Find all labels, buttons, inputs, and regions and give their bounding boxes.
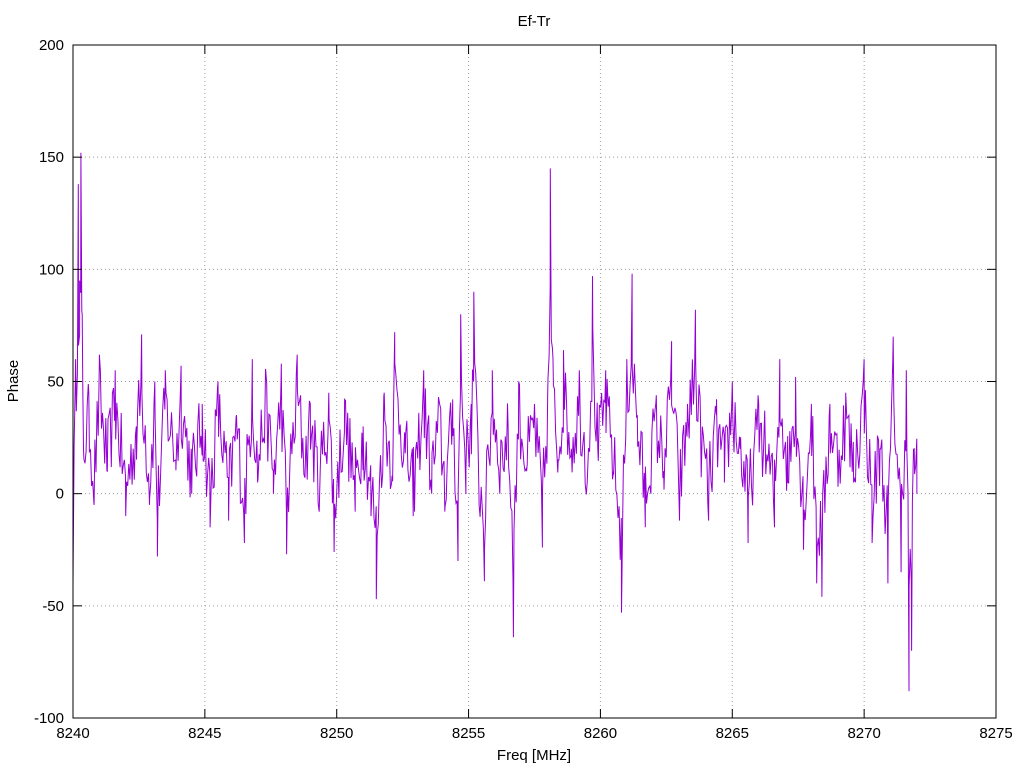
y-tick-label: 0 [56, 486, 64, 503]
x-tick-label: 8270 [847, 725, 880, 742]
x-tick-label: 8255 [452, 725, 485, 742]
y-tick-label: 100 [39, 261, 64, 278]
y-axis-label: Phase [5, 360, 22, 403]
y-tick-label: 150 [39, 149, 64, 166]
x-tick-label: 8250 [320, 725, 353, 742]
series-line [72, 152, 918, 692]
x-tick-label: 8260 [584, 725, 617, 742]
y-tick-label: 200 [39, 37, 64, 54]
series-layer [72, 152, 918, 692]
grid [73, 45, 996, 718]
x-tick-label: 8275 [979, 725, 1012, 742]
x-axis-label: Freq [MHz] [497, 747, 571, 764]
x-tick-label: 8245 [188, 725, 221, 742]
x-tick-label: 8265 [716, 725, 749, 742]
chart-title: Ef-Tr [518, 13, 551, 30]
x-tick-label: 8240 [56, 725, 89, 742]
y-tick-label: -50 [42, 598, 64, 615]
phase-chart: Ef-Tr Freq [MHz] Phase -100-500501001502… [5, 13, 1013, 764]
y-tick-label: 50 [47, 374, 64, 391]
